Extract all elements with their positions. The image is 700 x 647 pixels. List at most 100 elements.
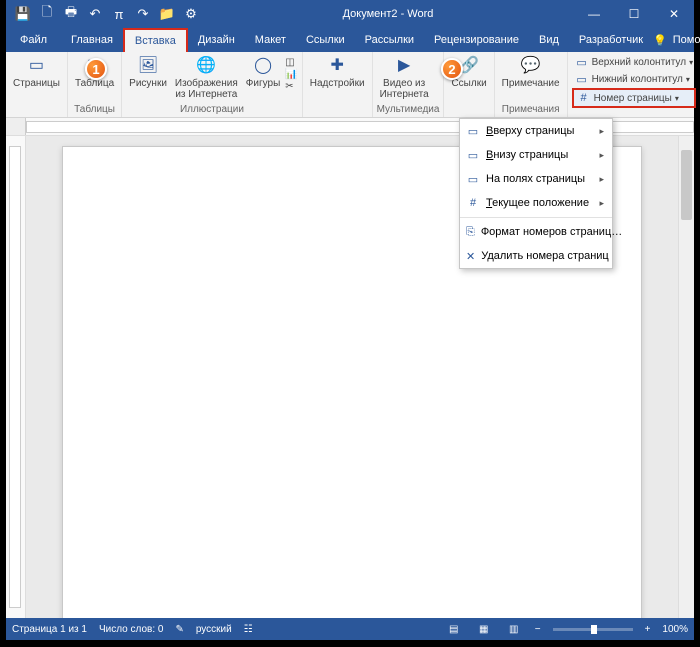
zoom-slider[interactable] [553, 628, 633, 631]
tab-design[interactable]: Дизайн [188, 28, 245, 52]
zoom-in-button[interactable]: + [645, 624, 651, 635]
group-comments-label: Примечания [499, 104, 563, 117]
menu-current-position[interactable]: # Текущее положение ▸ [460, 191, 612, 215]
tab-insert[interactable]: Вставка [123, 28, 188, 52]
page-number-icon: # [577, 91, 591, 105]
addins-button[interactable]: ✚ Надстройки [307, 54, 368, 91]
scrollbar-thumb[interactable] [681, 150, 692, 220]
ruler-vertical[interactable] [6, 136, 26, 618]
tab-references[interactable]: Ссылки [296, 28, 355, 52]
menu-margins-label: На полях страницы [486, 173, 585, 185]
tab-developer[interactable]: Разработчик [569, 28, 653, 52]
shapes-label: Фигуры [246, 78, 280, 89]
page-number-button[interactable]: # Номер страницы▾ [572, 88, 697, 108]
page-top-icon: ▭ [466, 124, 480, 138]
zoom-out-button[interactable]: − [535, 624, 541, 635]
online-pictures-button[interactable]: 🌐 Изображения из Интернета [172, 54, 241, 102]
menu-format-page-numbers[interactable]: ⎘ Формат номеров страниц… [460, 220, 612, 244]
page-margins-icon: ▭ [466, 172, 480, 186]
tab-file[interactable]: Файл [6, 28, 61, 52]
menu-page-margins[interactable]: ▭ На полях страницы ▸ [460, 167, 612, 191]
zoom-level[interactable]: 100% [662, 624, 688, 635]
menu-bottom-rest: низу страницы [493, 149, 568, 161]
pictures-button[interactable]: 🖼 Рисунки [126, 54, 170, 91]
app-window: 💾 🗋 🖶 ↶ π ↷ 📁 ⚙ Документ2 - Word — ☐ ✕ Ф… [6, 0, 694, 640]
picture-icon: 🖼 [138, 56, 158, 76]
menu-format-label: Формат номеров страниц… [481, 226, 622, 238]
print-layout-icon[interactable]: ▦ [475, 622, 493, 636]
menu-top-of-page[interactable]: ▭ Вверху страницы ▸ [460, 119, 612, 143]
lightbulb-icon: 💡 [653, 34, 667, 47]
undo-icon[interactable]: ↶ [84, 3, 106, 25]
zoom-knob[interactable] [591, 625, 597, 634]
status-words[interactable]: Число слов: 0 [99, 624, 163, 635]
shapes-icon: ◯ [253, 56, 273, 76]
tab-view[interactable]: Вид [529, 28, 569, 52]
smartart-icon[interactable]: ◫ [285, 57, 297, 68]
group-addins: ✚ Надстройки [303, 52, 373, 117]
web-layout-icon[interactable]: ▥ [505, 622, 523, 636]
illustrations-extra: ◫ 📊 ✂ [285, 54, 297, 92]
maximize-button[interactable]: ☐ [614, 0, 654, 28]
current-position-icon: # [466, 196, 480, 210]
read-mode-icon[interactable]: ▤ [445, 622, 463, 636]
redo-icon[interactable]: ↷ [132, 3, 154, 25]
tab-review[interactable]: Рецензирование [424, 28, 529, 52]
ruler-v-strip [9, 146, 21, 608]
save-icon[interactable]: 💾 [12, 3, 34, 25]
open-icon[interactable]: 📁 [156, 3, 178, 25]
menu-remove-page-numbers[interactable]: ✕ Удалить номера страниц [460, 244, 612, 268]
footer-icon: ▭ [575, 72, 589, 86]
scrollbar-vertical[interactable] [678, 136, 694, 618]
tab-home[interactable]: Главная [61, 28, 123, 52]
status-page[interactable]: Страница 1 из 1 [12, 624, 87, 635]
footer-button[interactable]: ▭ Нижний колонтитул▾ [572, 71, 697, 87]
menu-bottom-of-page[interactable]: ▭ Внизу страницы ▸ [460, 143, 612, 167]
menu-top-rest: верху страницы [493, 125, 574, 137]
chart-icon[interactable]: 📊 [285, 69, 297, 80]
headerfooter-stack: ▭ Верхний колонтитул▾ ▭ Нижний колонтиту… [572, 54, 697, 108]
status-language[interactable]: русский [196, 624, 232, 635]
spellcheck-icon[interactable]: ✎ [175, 624, 183, 635]
group-headerfooter: ▭ Верхний колонтитул▾ ▭ Нижний колонтиту… [568, 52, 700, 117]
accessibility-icon[interactable]: ☷ [244, 624, 253, 635]
addins-label: Надстройки [310, 78, 365, 89]
pictures-label: Рисунки [129, 78, 167, 89]
group-pages: ▭ Страницы [6, 52, 68, 117]
group-illustrations-label: Иллюстрации [126, 104, 298, 117]
video-l1: Видео из [383, 78, 425, 89]
header-button[interactable]: ▭ Верхний колонтитул▾ [572, 54, 697, 70]
options-icon[interactable]: ⚙ [180, 3, 202, 25]
group-comments: 💬 Примечание Примечания [495, 52, 568, 117]
page-number-label: Номер страницы [594, 93, 672, 104]
shapes-button[interactable]: ◯ Фигуры [243, 54, 283, 91]
comment-button[interactable]: 💬 Примечание [499, 54, 563, 91]
pages-button[interactable]: ▭ Страницы [10, 54, 63, 91]
footer-label: Нижний колонтитул [592, 74, 683, 85]
menu-current-rest: екущее положение [492, 197, 589, 209]
group-links-label [448, 104, 489, 117]
close-button[interactable]: ✕ [654, 0, 694, 28]
remove-icon: ✕ [466, 249, 475, 263]
header-label: Верхний колонтитул [592, 57, 687, 68]
new-doc-icon[interactable]: 🗋 [36, 3, 58, 25]
video-icon: ▶ [394, 56, 414, 76]
print-icon[interactable]: 🖶 [60, 3, 82, 25]
tab-layout[interactable]: Макет [245, 28, 296, 52]
submenu-arrow-icon: ▸ [599, 150, 604, 161]
ribbon: ▭ Страницы ▦ Таблица Таблицы 🖼 Рисунки [6, 52, 694, 118]
online-pic-l2: из Интернета [175, 89, 237, 100]
tab-mailings[interactable]: Рассылки [355, 28, 424, 52]
help-label[interactable]: Помощ [673, 34, 700, 46]
window-controls: — ☐ ✕ [574, 0, 694, 28]
equation-icon[interactable]: π [108, 3, 130, 25]
minimize-button[interactable]: — [574, 0, 614, 28]
menu-remove-label: Удалить номера страниц [481, 250, 609, 262]
group-illustrations: 🖼 Рисунки 🌐 Изображения из Интернета ◯ Ф… [122, 52, 303, 117]
ruler-corner [6, 118, 26, 136]
submenu-arrow-icon: ▸ [599, 198, 604, 209]
online-video-button[interactable]: ▶ Видео из Интернета [377, 54, 432, 102]
screenshot-icon[interactable]: ✂ [285, 81, 297, 92]
group-media: ▶ Видео из Интернета Мультимедиа [373, 52, 445, 117]
callout-1: 1 [85, 58, 107, 80]
